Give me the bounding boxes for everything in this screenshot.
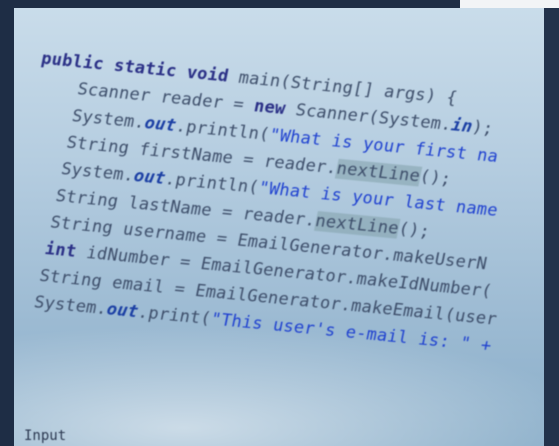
photo-border-right (544, 8, 559, 446)
screenshot-frame: public static void main(String[] args) {… (0, 0, 559, 446)
bottom-caption: Input (24, 428, 67, 444)
window-corner (460, 0, 559, 8)
java-code-snippet: public static void main(String[] args) {… (14, 46, 544, 371)
code-photo: public static void main(String[] args) {… (14, 8, 544, 446)
